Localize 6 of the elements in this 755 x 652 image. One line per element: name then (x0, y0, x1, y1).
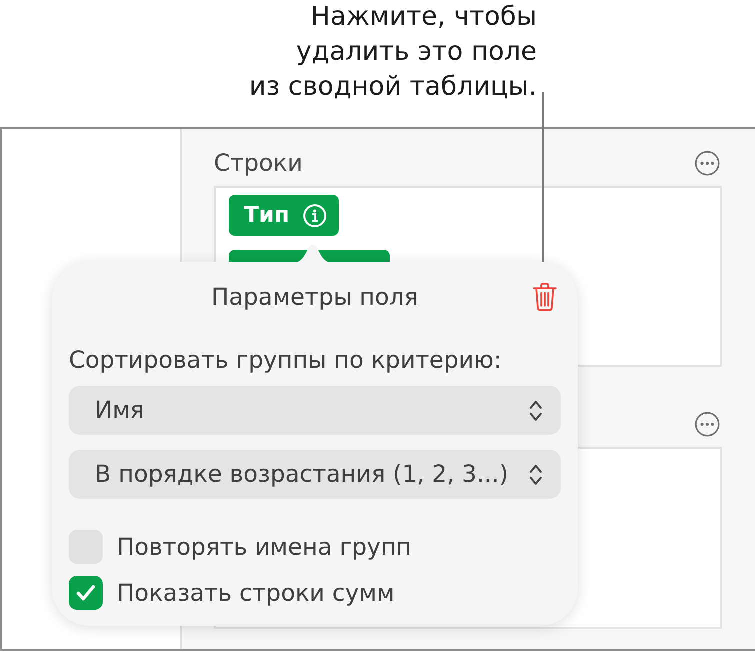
popover-title: Параметры поля (211, 282, 419, 313)
section-title: Строки (214, 148, 303, 178)
checkbox-label: Повторять имена групп (117, 532, 412, 562)
callout-text: Нажмите, чтобы удалить это поле из сводной таблицы. (249, 1, 537, 104)
sort-label: Сортировать группы по критерию: (69, 346, 502, 374)
checkbox-label: Показать строки сумм (117, 578, 395, 608)
